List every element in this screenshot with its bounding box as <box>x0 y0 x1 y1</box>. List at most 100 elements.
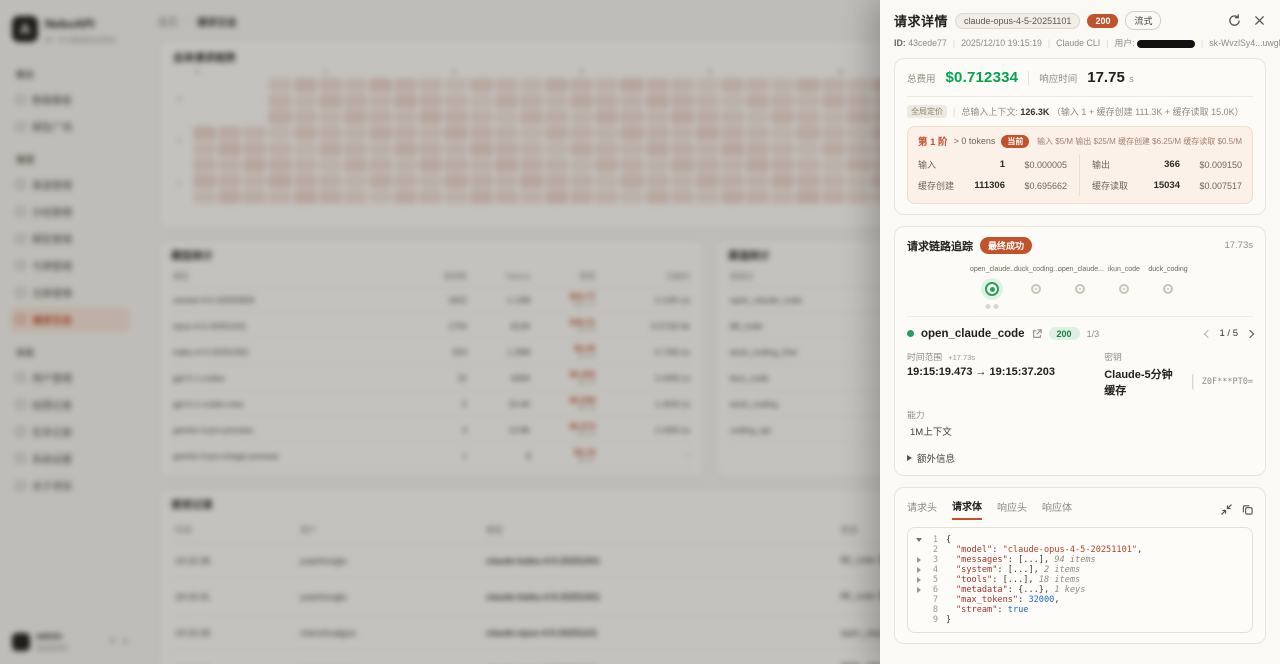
code-content: "messages": [...], 94 items <box>946 555 1096 565</box>
tier-current-badge: 当前 <box>1001 135 1029 148</box>
trace-node-circle-icon[interactable] <box>1031 284 1041 294</box>
tab-inactive[interactable]: 响应头 <box>997 499 1027 519</box>
tier-cell-count: 15034 <box>1154 180 1180 191</box>
code-content: "model": "claude-opus-4-5-20251101", <box>946 545 1142 555</box>
code-token: , <box>1054 595 1059 605</box>
code-token: "system" <box>956 565 997 575</box>
time-range-value: 19:15:19.473 → 19:15:37.203 <box>907 366 1104 378</box>
close-icon[interactable] <box>1253 14 1266 27</box>
code-token: "tools" <box>956 575 992 585</box>
client-name: Claude CLI <box>1056 38 1100 48</box>
refresh-icon[interactable] <box>1228 14 1241 27</box>
time-delta: +17.73s <box>948 353 975 362</box>
trace-duration: 17.73s <box>1224 240 1253 251</box>
code-line: 1{ <box>914 535 1246 545</box>
code-fold-icon[interactable] <box>914 557 924 563</box>
request-id: 43cede77 <box>908 38 947 48</box>
tier-name: 第 1 阶 <box>918 134 948 148</box>
code-content: "system": [...], 2 items <box>946 565 1080 575</box>
extra-info-toggle[interactable]: 额外信息 <box>907 451 1253 465</box>
code-fold-icon[interactable] <box>914 567 924 573</box>
code-token: : [...], <box>992 575 1039 585</box>
trace-node-circle-icon[interactable] <box>1163 284 1173 294</box>
trace-node[interactable]: duck_coding... <box>1014 266 1058 302</box>
line-number: 7 <box>924 595 938 605</box>
trace-node-label: duck_coding... <box>1014 266 1058 273</box>
pricing-tier-box: 第 1 阶 > 0 tokens 当前 输入 $5/M 输出 $25/M 缓存创… <box>907 126 1253 204</box>
json-viewer[interactable]: 1{2"model": "claude-opus-4-5-20251101",3… <box>907 527 1253 633</box>
tab-inactive[interactable]: 请求头 <box>907 499 937 519</box>
trace-node-circle-wrap <box>1058 276 1102 302</box>
code-content: "max_tokens": 32000, <box>946 595 1060 605</box>
trace-node[interactable]: duck_coding <box>1146 266 1190 302</box>
tier-cell-label: 缓存读取 <box>1092 179 1128 192</box>
code-token: "claude-opus-4-5-20251101" <box>1003 545 1138 555</box>
code-fold-icon[interactable] <box>914 538 924 542</box>
line-number: 8 <box>924 605 938 615</box>
pricing-mode-tag: 全局定价 <box>907 105 947 118</box>
code-token: true <box>1008 605 1029 615</box>
code-token: "model" <box>956 545 992 555</box>
trace-status-badge: 最终成功 <box>980 237 1032 254</box>
code-token: : <box>997 605 1007 615</box>
trace-node[interactable]: ikun_code <box>1102 266 1146 302</box>
code-fold-icon[interactable] <box>914 577 924 583</box>
tier-cell-count: 366 <box>1164 159 1180 170</box>
time-range-label: 时间范围 <box>907 350 942 363</box>
code-line: 8 "stream": true <box>914 605 1246 615</box>
payload-card: 请求头请求体响应头响应体 1{2"model": "claude-opus-4-… <box>894 487 1266 644</box>
code-line: 2"model": "claude-opus-4-5-20251101", <box>914 545 1246 555</box>
trace-node-label: open_claude... <box>1058 266 1102 273</box>
attempt-counter: 1/3 <box>1087 329 1100 339</box>
tier-usage-grid: 输入1$0.000005输出366$0.009150缓存创建111306$0.6… <box>918 154 1242 196</box>
trace-node[interactable]: open_claude... <box>970 266 1014 302</box>
tier-usage-cell: 输入1$0.000005 <box>918 154 1080 175</box>
key-masked-value: Z0F***PT0= <box>1202 377 1253 387</box>
code-token: 2 items <box>1044 565 1080 575</box>
code-token: : {...}, <box>1008 585 1055 595</box>
tab-active[interactable]: 请求体 <box>952 498 982 520</box>
tab-inactive[interactable]: 响应体 <box>1042 499 1072 519</box>
trace-node[interactable]: open_claude... <box>1058 266 1102 302</box>
context-total: 126.3K <box>1020 107 1049 117</box>
code-fold-icon[interactable] <box>914 587 924 593</box>
tier-cell-label: 输入 <box>918 158 936 171</box>
next-page-icon[interactable] <box>1246 329 1254 337</box>
code-token: 94 items <box>1054 555 1095 565</box>
expand-triangle-icon <box>907 455 912 461</box>
subattempt-dot <box>994 304 999 309</box>
code-token: : [...], <box>997 565 1044 575</box>
code-token: "stream" <box>956 605 997 615</box>
caret-right-icon <box>917 557 921 563</box>
code-token: : <box>1018 595 1028 605</box>
id-label: ID: <box>894 38 906 48</box>
context-detail: （输入 1 + 缓存创建 111.3K + 缓存读取 15.0K） <box>1052 107 1244 117</box>
prev-page-icon[interactable] <box>1203 329 1211 337</box>
request-meta: ID: 43cede77 | 2025/12/10 19:15:19 | Cla… <box>880 33 1280 58</box>
trace-node-circle-wrap <box>1146 276 1190 302</box>
code-content: "metadata": {...}, 1 keys <box>946 585 1085 595</box>
external-link-icon[interactable] <box>1032 329 1042 339</box>
tier-range: > 0 tokens <box>954 136 996 146</box>
caret-right-icon <box>917 587 921 593</box>
tier-usage-cell: 缓存读取 15034$0.007517 <box>1080 175 1242 196</box>
panel-title: 请求详情 <box>894 11 948 30</box>
trace-node-circle-icon[interactable] <box>1119 284 1129 294</box>
stream-badge: 流式 <box>1125 11 1161 30</box>
tier-cell-price: $0.007517 <box>1180 181 1242 191</box>
trace-node-label: open_claude... <box>970 266 1014 273</box>
collapse-icon[interactable] <box>1221 504 1232 515</box>
page-indicator: 1 / 5 <box>1220 328 1239 339</box>
copy-icon[interactable] <box>1242 504 1253 515</box>
tier-cell-count: 111306 <box>974 180 1005 191</box>
trace-node-circle-wrap <box>1102 276 1146 302</box>
latency-label: 响应时间 <box>1039 71 1077 85</box>
code-content: { <box>946 535 951 545</box>
success-dot-icon <box>907 330 914 337</box>
trace-node-circle-icon[interactable] <box>1075 284 1085 294</box>
selected-status-badge: 200 <box>1049 327 1080 340</box>
trace-node-circle-icon[interactable] <box>985 282 999 296</box>
user-label: 用户: <box>1114 38 1134 48</box>
model-badge: claude-opus-4-5-20251101 <box>955 13 1080 29</box>
code-token: , <box>1137 545 1142 555</box>
